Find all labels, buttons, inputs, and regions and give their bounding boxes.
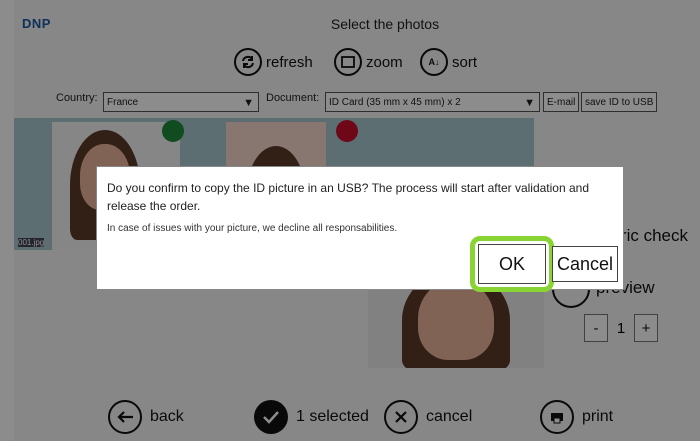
dialog-cancel-button[interactable]: Cancel <box>552 246 618 282</box>
ok-button[interactable]: OK <box>478 244 546 284</box>
dialog-note: In case of issues with your picture, we … <box>107 223 398 234</box>
dialog-message: Do you confirm to copy the ID picture in… <box>107 181 590 213</box>
